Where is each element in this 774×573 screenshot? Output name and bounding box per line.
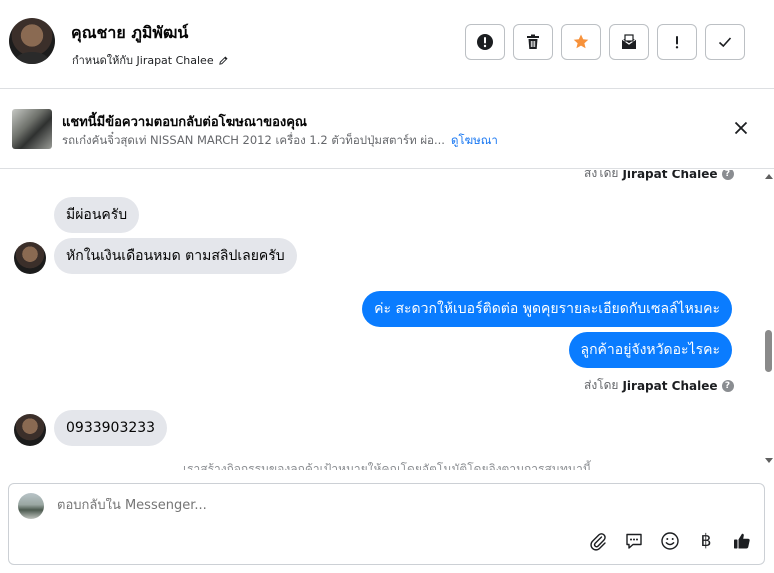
emoji-button[interactable] [659,530,681,552]
ad-banner-title: แชทนี้มีข้อความตอบกลับต่อโฆษณาของคุณ [62,115,307,130]
conversation-header: คุณชาย ภูมิพัฒน์ กำหนดให้กับ Jirapat Cha… [0,0,774,89]
view-ad-link[interactable]: ดูโฆษณา [451,133,498,147]
trash-icon [527,34,539,49]
reply-composer: ฿ [8,483,765,565]
message-thread[interactable]: ส่งโดย Jirapat Chalee ? มีผ่อนครับ หักใน… [0,170,774,470]
conversation-toolbar [465,24,745,60]
smiley-icon [661,532,679,550]
sender-name: Jirapat Chalee [622,378,718,393]
message-bubble-incoming[interactable]: 0933903233 [54,410,168,446]
sent-by-prefix: ส่งโดย [584,170,619,180]
page-avatar [18,493,44,519]
paperclip-icon [590,533,606,551]
assigned-label: กำหนดให้กับ Jirapat Chalee [72,54,214,67]
baht-icon: ฿ [700,531,712,551]
ad-description: รถเก๋งคันจิ๋วสุดเท่ NISSAN MARCH 2012 เค… [62,133,445,147]
like-button[interactable] [731,530,753,552]
saved-replies-button[interactable] [623,530,645,552]
payment-button[interactable]: ฿ [695,530,717,552]
message-scrollbar[interactable] [763,170,774,466]
info-icon[interactable]: ? [721,379,734,392]
pencil-icon[interactable] [218,55,229,66]
contact-name[interactable]: คุณชาย ภูมิพัฒน์ [71,21,188,46]
ad-reply-banner: แชทนี้มีข้อความตอบกลับต่อโฆษณาของคุณ รถเ… [0,89,774,169]
attach-button[interactable] [587,530,609,552]
mark-done-button[interactable] [705,24,745,60]
mark-spam-button[interactable] [465,24,505,60]
sent-by-label: ส่งโดย Jirapat Chalee ? [584,376,734,395]
exclamation-icon [675,36,679,49]
message-bubble-incoming[interactable]: หักในเงินเดือนหมด ตามสลิปเลยครับ [54,238,297,274]
star-icon [573,34,589,49]
contact-avatar[interactable] [9,18,55,64]
mail-icon [621,34,637,49]
close-banner-button[interactable] [730,117,752,139]
sent-by-label: ส่งโดย Jirapat Chalee ? [584,170,734,183]
lead-activity-notice: เราสร้างกิจกรรมของลูกค้าเป้าหมายให้คุณโด… [182,462,592,470]
sent-by-prefix: ส่งโดย [584,378,619,392]
chat-bubble-icon [626,533,642,549]
mark-unread-button[interactable] [609,24,649,60]
message-bubble-incoming[interactable]: มีผ่อนครับ [54,197,140,233]
message-bubble-outgoing[interactable]: ค่ะ สะดวกให้เบอร์ติดต่อ พูดคุยรายละเอียด… [362,291,732,327]
mark-important-button[interactable] [657,24,697,60]
ad-banner-subtitle: รถเก๋งคันจิ๋วสุดเท่ NISSAN MARCH 2012 เค… [62,132,498,150]
star-button[interactable] [561,24,601,60]
sender-name: Jirapat Chalee [622,170,718,181]
scroll-down-arrow-icon[interactable] [765,458,773,463]
composer-toolbar: ฿ [587,530,753,552]
scroll-up-arrow-icon[interactable] [765,174,773,179]
close-icon [734,121,748,135]
delete-button[interactable] [513,24,553,60]
thumbs-up-icon [734,533,750,549]
check-icon [718,37,732,48]
reply-input[interactable] [57,498,657,513]
contact-avatar-small[interactable] [14,414,46,446]
scroll-thumb[interactable] [765,330,772,372]
ad-thumbnail[interactable] [12,109,52,149]
assigned-to[interactable]: กำหนดให้กับ Jirapat Chalee [72,51,229,69]
alert-circle-icon [477,34,493,50]
info-icon[interactable]: ? [721,170,734,180]
contact-avatar-small[interactable] [14,242,46,274]
message-bubble-outgoing[interactable]: ลูกค้าอยู่จังหวัดอะไรคะ [568,332,732,368]
